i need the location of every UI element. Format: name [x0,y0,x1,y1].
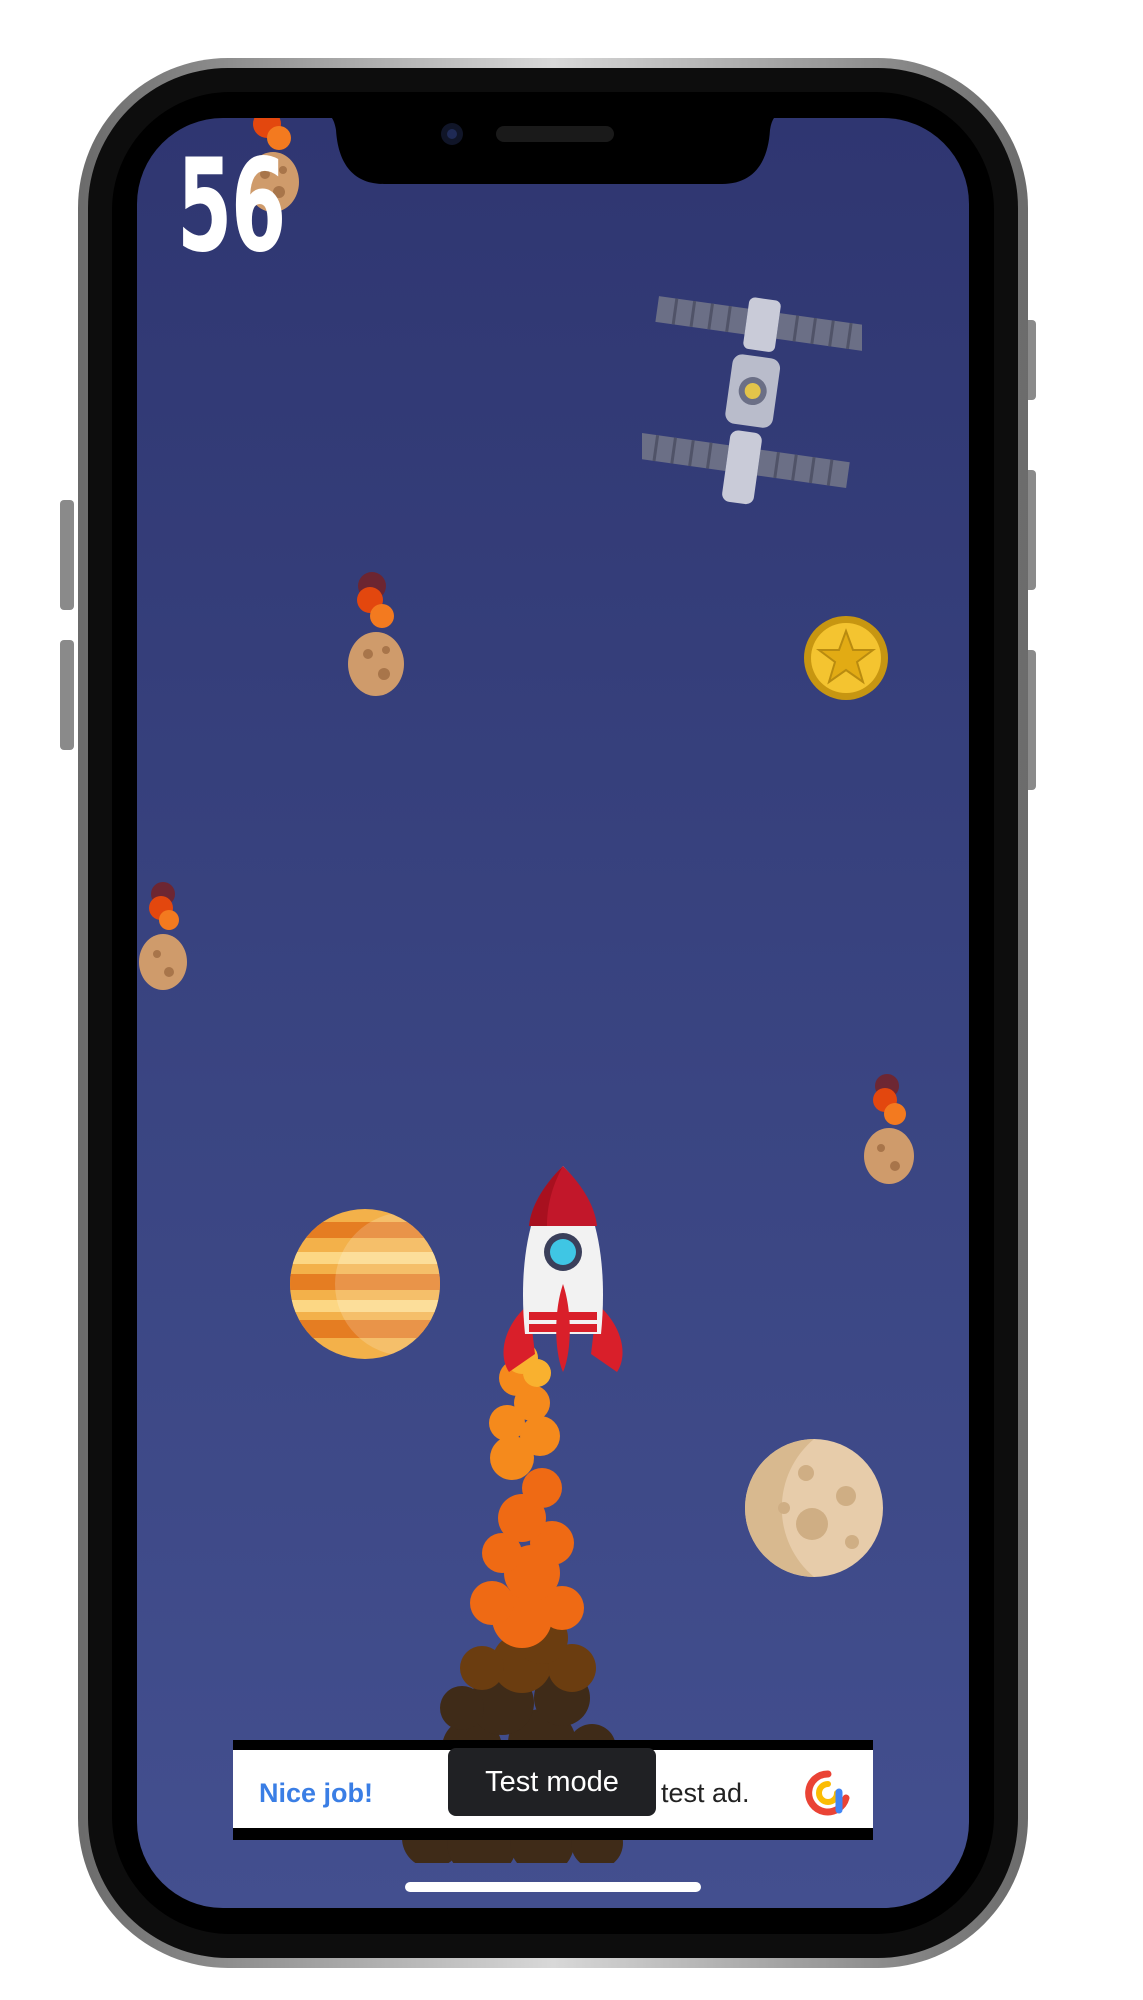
ad-choices-icon[interactable] [805,1770,851,1816]
meteor-icon [348,572,404,696]
notch [318,112,788,184]
ad-body[interactable]: test ad. [661,1778,750,1809]
ad-headline[interactable]: Nice job! [259,1778,373,1809]
moon-icon [745,1439,883,1577]
ad-banner[interactable]: Nice job! test ad. Test mode [233,1740,873,1840]
satellite-icon [642,296,862,505]
coin-icon[interactable] [803,615,889,701]
meteor-icon [864,1074,914,1184]
rocket-icon [503,1166,623,1372]
test-mode-badge: Test mode [448,1748,656,1816]
home-indicator[interactable] [405,1882,701,1892]
score-counter: 56 [177,132,286,281]
meteor-icon [139,882,187,990]
game-screen[interactable]: 56 Nice job! test ad. Test mode [137,118,969,1908]
